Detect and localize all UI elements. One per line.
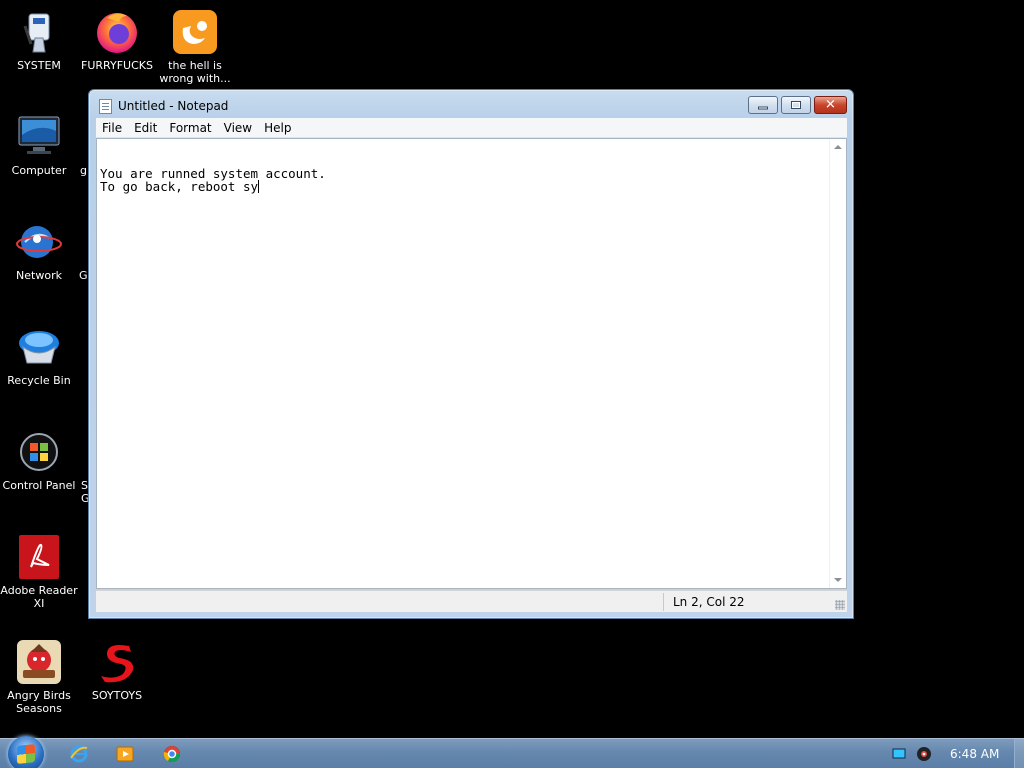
- cursor-position: Ln 2, Col 22: [673, 595, 745, 609]
- desktop-icon-computer[interactable]: Computer: [0, 113, 78, 177]
- minimize-icon: [758, 106, 768, 110]
- desktop-icon-adobe-reader[interactable]: Adobe Reader XI: [0, 533, 78, 610]
- notepad-window[interactable]: Untitled - Notepad ✕ File Edit Format View H…: [88, 89, 854, 619]
- menu-file[interactable]: File: [96, 118, 128, 135]
- media-player-icon[interactable]: [115, 744, 135, 764]
- chrome-icon[interactable]: [162, 744, 182, 764]
- desktop-icon-angry-birds[interactable]: Angry Birds Seasons: [0, 638, 78, 715]
- firefox-icon: [93, 8, 141, 56]
- system-clock[interactable]: 6:48 AM: [950, 747, 999, 761]
- close-button[interactable]: ✕: [814, 96, 847, 114]
- menu-bar: File Edit Format View Help: [96, 118, 847, 138]
- recycle-bin-icon: [15, 323, 63, 371]
- desktop-icon-label: Computer: [11, 164, 67, 177]
- desktop-icon-label: Angry Birds Seasons: [7, 689, 71, 715]
- minimize-button[interactable]: [748, 96, 778, 114]
- volume-icon[interactable]: [916, 746, 932, 765]
- menu-edit[interactable]: Edit: [128, 118, 163, 135]
- desktop-icon-control-panel[interactable]: Control Panel: [0, 428, 78, 492]
- text-caret: [258, 180, 260, 193]
- taskbar: 6:48 AM: [0, 736, 1024, 768]
- internet-explorer-icon[interactable]: [69, 744, 89, 764]
- desktop-icon-firefox[interactable]: FURRYFUCKS: [78, 8, 156, 72]
- control-panel-icon: [15, 428, 63, 476]
- text-editor[interactable]: You are runned system account. To go back…: [96, 138, 847, 589]
- system-brush-icon: [15, 8, 63, 56]
- notepad-icon: [99, 99, 112, 114]
- vertical-scrollbar[interactable]: [829, 139, 846, 588]
- windows-logo-icon: [17, 744, 35, 764]
- start-button[interactable]: [8, 736, 44, 768]
- desktop-icon-uc-browser[interactable]: the hell is wrong with...: [156, 8, 234, 85]
- computer-icon: [15, 113, 63, 161]
- soytoys-icon: [93, 638, 141, 686]
- partial-desktop-label: g: [80, 164, 87, 177]
- desktop-icon-soytoys[interactable]: SOYTOYS: [78, 638, 156, 702]
- close-icon: ✕: [825, 97, 836, 113]
- show-desktop-button[interactable]: [1014, 739, 1024, 768]
- text-line: To go back, reboot sy: [100, 179, 259, 194]
- adobe-reader-icon: [15, 533, 63, 581]
- status-divider: [663, 593, 664, 611]
- desktop-icon-system[interactable]: SYSTEM: [0, 8, 78, 72]
- menu-view[interactable]: View: [218, 118, 258, 135]
- desktop-icon-label: SYSTEM: [17, 59, 61, 72]
- maximize-icon: [791, 101, 801, 109]
- scroll-up-icon[interactable]: [834, 145, 842, 149]
- maximize-button[interactable]: [781, 96, 811, 114]
- desktop-icon-label: Recycle Bin: [7, 374, 71, 387]
- desktop-icon-network[interactable]: Network: [0, 218, 78, 282]
- desktop-icon-label: Adobe Reader XI: [0, 584, 78, 610]
- title-bar[interactable]: Untitled - Notepad ✕: [89, 90, 853, 120]
- network-icon: [15, 218, 63, 266]
- angry-birds-icon: [15, 638, 63, 686]
- desktop-icon-recycle-bin[interactable]: Recycle Bin: [0, 323, 78, 387]
- partial-desktop-label: G: [79, 269, 88, 282]
- resize-grip-icon[interactable]: [835, 600, 845, 610]
- desktop-icon-label: FURRYFUCKS: [81, 59, 153, 72]
- desktop-icon-label: Control Panel: [2, 479, 76, 492]
- desktop-icon-label: Network: [16, 269, 62, 282]
- window-title: Untitled - Notepad: [118, 99, 229, 113]
- menu-format[interactable]: Format: [163, 118, 217, 135]
- menu-help[interactable]: Help: [258, 118, 297, 135]
- desktop-icon-label: the hell is wrong with...: [159, 59, 231, 85]
- desktop-icon-label: SOYTOYS: [91, 689, 143, 702]
- uc-browser-icon: [171, 8, 219, 56]
- scroll-down-icon[interactable]: [834, 578, 842, 582]
- display-icon[interactable]: [892, 748, 906, 763]
- partial-desktop-label: S: [81, 479, 88, 492]
- editor-content[interactable]: You are runned system account. To go back…: [100, 141, 326, 206]
- status-bar: Ln 2, Col 22: [96, 590, 847, 612]
